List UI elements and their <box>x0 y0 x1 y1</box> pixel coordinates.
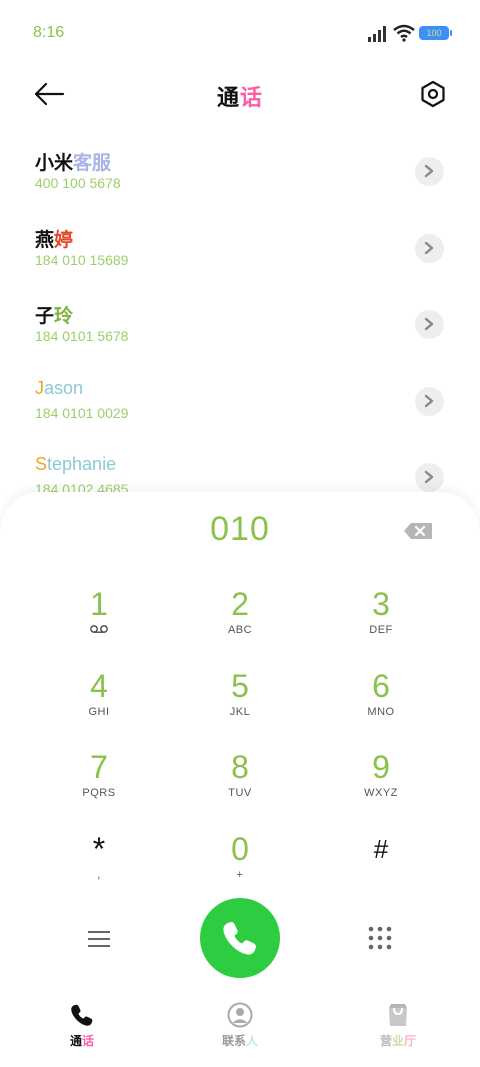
title-part-1: 通 <box>216 86 240 111</box>
contact-phone: 184 0101 0029 <box>35 405 129 421</box>
contact-phone: 400 100 5678 <box>35 175 121 191</box>
key-5[interactable]: 5 JKL <box>175 666 305 736</box>
wifi-icon <box>393 24 415 42</box>
chevron-right-icon[interactable] <box>415 387 444 416</box>
status-time: 8:16 <box>33 24 65 41</box>
contact-name: Jason <box>35 378 84 398</box>
key-7[interactable]: 7 PQRS <box>34 747 164 817</box>
battery-level: 100 <box>426 28 442 38</box>
bottom-nav: 通话 联系人 营业厅 <box>0 1000 480 1067</box>
store-bag-icon <box>389 1004 407 1026</box>
tab-calls[interactable]: 通话 <box>32 1002 132 1062</box>
contact-phone: 184 0101 5678 <box>35 328 129 344</box>
key-3[interactable]: 3 DEF <box>316 584 446 654</box>
contact-name: Stephanie <box>35 454 117 474</box>
tab-label: 通话 <box>69 1034 95 1048</box>
battery-icon: 100 <box>419 26 452 40</box>
menu-icon[interactable] <box>87 930 111 948</box>
key-1[interactable]: 1 <box>34 584 164 654</box>
key-star[interactable]: * , <box>34 829 164 899</box>
contact-name: 子玲 <box>35 305 74 327</box>
signal-icon <box>368 26 386 42</box>
key-4[interactable]: 4 GHI <box>34 666 164 736</box>
list-item[interactable]: 子玲 184 0101 5678 <box>0 293 480 369</box>
key-hash[interactable]: # <box>316 829 446 899</box>
tab-label: 联系人 <box>221 1034 259 1048</box>
tab-label: 营业厅 <box>379 1034 417 1048</box>
chevron-right-icon[interactable] <box>415 234 444 263</box>
voicemail-icon <box>90 625 108 633</box>
key-8[interactable]: 8 TUV <box>175 747 305 817</box>
chevron-right-icon[interactable] <box>415 463 444 492</box>
status-bar: 8:16 100 <box>0 0 480 66</box>
chevron-right-icon[interactable] <box>415 310 444 339</box>
title-part-2: 话 <box>240 86 264 111</box>
contact-name: 燕婷 <box>35 229 74 251</box>
contact-name: 小米客服 <box>35 152 112 174</box>
contact-icon <box>227 1002 253 1028</box>
tab-contacts[interactable]: 联系人 <box>190 1002 290 1062</box>
list-item[interactable]: 小米客服 400 100 5678 <box>0 140 480 216</box>
page-title: 通话 <box>0 80 480 112</box>
settings-hexagon-icon[interactable] <box>418 79 448 109</box>
dialer-panel: 010 1 2 ABC 3 DEF 4 GHI 5 JKL 6 MNO 7 PQ… <box>0 492 480 1067</box>
header: 通话 <box>0 70 480 120</box>
list-item[interactable]: Jason 184 0101 0029 <box>0 370 480 446</box>
key-6[interactable]: 6 MNO <box>316 666 446 736</box>
list-item[interactable]: 燕婷 184 010 15689 <box>0 217 480 293</box>
chevron-right-icon[interactable] <box>415 157 444 186</box>
phone-icon <box>71 1004 93 1026</box>
key-9[interactable]: 9 WXYZ <box>316 747 446 817</box>
phone-icon <box>223 922 256 955</box>
keypad-grid-icon[interactable] <box>368 926 392 950</box>
backspace-icon[interactable] <box>403 522 433 540</box>
tab-store[interactable]: 营业厅 <box>348 1002 448 1062</box>
key-2[interactable]: 2 ABC <box>175 584 305 654</box>
contact-phone: 184 010 15689 <box>35 252 129 268</box>
call-button[interactable] <box>200 898 280 978</box>
key-0[interactable]: 0 + <box>175 829 305 899</box>
